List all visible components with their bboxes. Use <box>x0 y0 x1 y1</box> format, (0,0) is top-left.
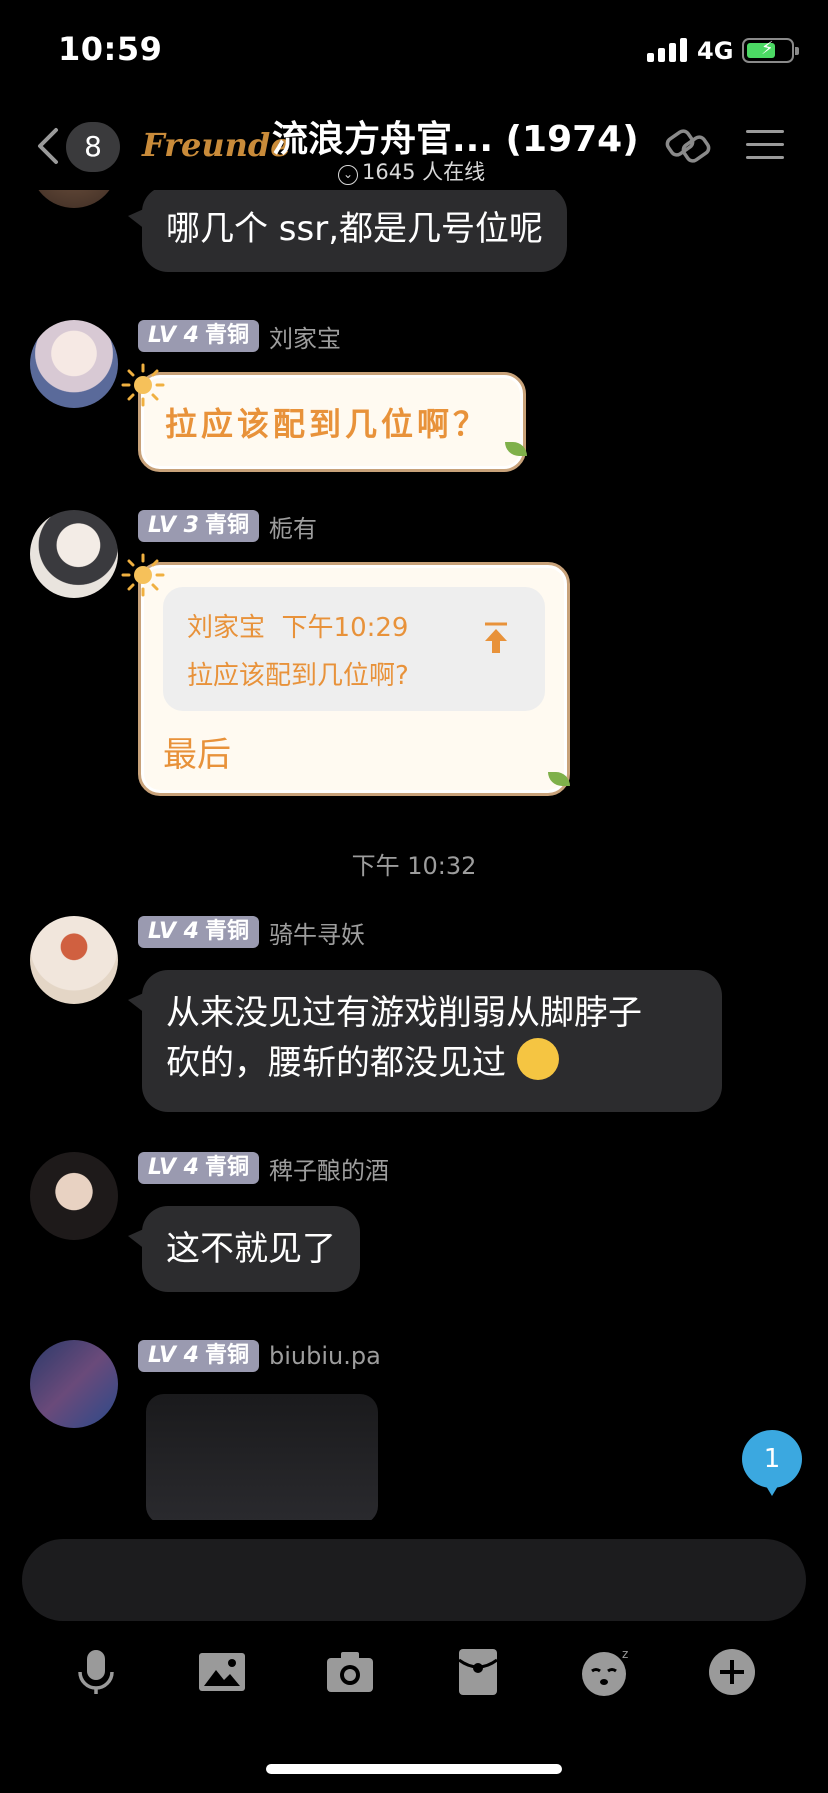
sender-row: LV 4 青铜 骑牛寻妖 <box>138 915 365 950</box>
avatar[interactable] <box>30 510 118 598</box>
sender-row: LV 4 青铜 刘家宝 <box>138 319 341 354</box>
quote-text: 拉应该配到几位啊? <box>187 661 409 691</box>
message-bubble[interactable]: 拉应该配到几位啊？ <box>138 372 526 472</box>
level-badge: LV 4 青铜 <box>138 916 259 948</box>
group-title[interactable]: 流浪方舟官... (1974) <box>272 110 639 162</box>
message-bubble[interactable]: 哪几个 ssr,都是几号位呢 <box>127 190 568 272</box>
chevron-down-icon: ⌄ <box>338 165 358 185</box>
input-toolbar: z <box>0 1640 828 1700</box>
home-indicator[interactable] <box>266 1764 562 1774</box>
battery-icon: ⚡ <box>742 38 799 63</box>
new-message-badge[interactable]: 1 <box>742 1430 802 1496</box>
message-input[interactable] <box>22 1539 806 1621</box>
network-label: 4G <box>697 37 734 65</box>
jump-to-top-icon[interactable] <box>481 621 511 655</box>
image-message[interactable] <box>146 1394 378 1520</box>
avatar[interactable] <box>30 320 118 408</box>
plus-icon[interactable] <box>706 1646 758 1698</box>
signal-icon <box>647 38 689 62</box>
avatar[interactable] <box>30 1340 118 1428</box>
message-bubble[interactable]: 刘家宝 下午10:29 拉应该配到几位啊? 最后 <box>138 562 570 796</box>
sender-row: LV 4 青铜 稗子酿的酒 <box>138 1151 389 1186</box>
level-badge: LV 4 青铜 <box>138 1340 259 1372</box>
link-icon[interactable] <box>662 120 714 172</box>
message-line-2: 砍的，腰斩的都没见过 <box>166 1038 698 1088</box>
microphone-icon[interactable] <box>70 1646 122 1698</box>
sender-name[interactable]: 稗子酿的酒 <box>269 1151 389 1186</box>
level-badge: LV 4 青铜 <box>138 320 259 352</box>
message-text: 拉应该配到几位啊？ <box>165 405 490 443</box>
chat-header: 8 Freunde 流浪方舟官... (1974) ⌄ 1645 人在线 <box>0 100 828 190</box>
group-logo: Freunde <box>142 126 291 164</box>
laughing-tears-emoji-icon <box>516 1038 559 1080</box>
emoji-icon[interactable]: z <box>580 1646 632 1698</box>
sun-sticker-icon <box>121 553 165 597</box>
message-timestamp: 下午 10:32 <box>351 852 477 880</box>
sender-row: LV 3 青铜 栀有 <box>138 509 317 544</box>
avatar[interactable] <box>30 190 118 208</box>
svg-text:z: z <box>622 1647 628 1661</box>
online-count[interactable]: ⌄ 1645 人在线 <box>338 156 485 186</box>
message-text: 最后 <box>163 735 231 775</box>
level-badge: LV 3 青铜 <box>138 510 259 542</box>
sender-name[interactable]: 刘家宝 <box>269 319 341 354</box>
image-icon[interactable] <box>196 1646 248 1698</box>
sender-row: LV 4 青铜 biubiu.pa <box>138 1340 381 1372</box>
message-bubble[interactable]: 从来没见过有游戏削弱从脚脖子 砍的，腰斩的都没见过 <box>128 970 722 1112</box>
camera-icon[interactable] <box>324 1646 376 1698</box>
sender-name[interactable]: biubiu.pa <box>269 1342 381 1370</box>
sender-name[interactable]: 栀有 <box>269 509 317 544</box>
status-time: 10:59 <box>58 30 163 68</box>
message-bubble[interactable]: 这不就见了 <box>128 1206 360 1292</box>
menu-icon[interactable] <box>746 128 784 162</box>
back-icon[interactable] <box>34 126 64 166</box>
sender-name[interactable]: 骑牛寻妖 <box>269 915 365 950</box>
red-packet-icon[interactable] <box>452 1646 504 1698</box>
level-badge: LV 4 青铜 <box>138 1152 259 1184</box>
quoted-message[interactable]: 刘家宝 下午10:29 拉应该配到几位啊? <box>163 587 545 711</box>
quote-time: 下午10:29 <box>281 613 409 643</box>
avatar[interactable] <box>30 916 118 1004</box>
status-bar: 10:59 4G ⚡ <box>0 0 828 100</box>
message-list[interactable]: 哪几个 ssr,都是几号位呢 LV 4 青铜 刘家宝 拉应该配到几位啊？ LV 3… <box>0 190 828 1520</box>
unread-count-badge[interactable]: 8 <box>66 122 120 172</box>
quote-author: 刘家宝 <box>187 613 266 643</box>
avatar[interactable] <box>30 1152 118 1240</box>
message-line: 从来没见过有游戏削弱从脚脖子 <box>166 993 642 1033</box>
sun-sticker-icon <box>121 363 165 407</box>
